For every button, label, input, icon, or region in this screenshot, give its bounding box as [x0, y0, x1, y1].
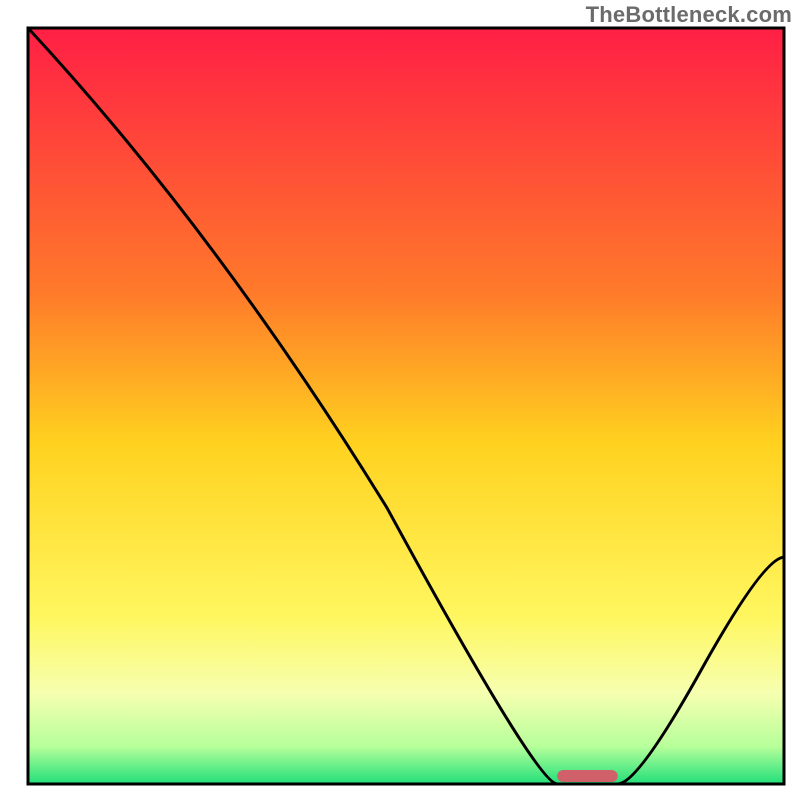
chart-stage: TheBottleneck.com: [0, 0, 800, 800]
optimum-marker: [557, 770, 617, 782]
plot-background: [28, 28, 784, 784]
chart-svg: [0, 0, 800, 800]
